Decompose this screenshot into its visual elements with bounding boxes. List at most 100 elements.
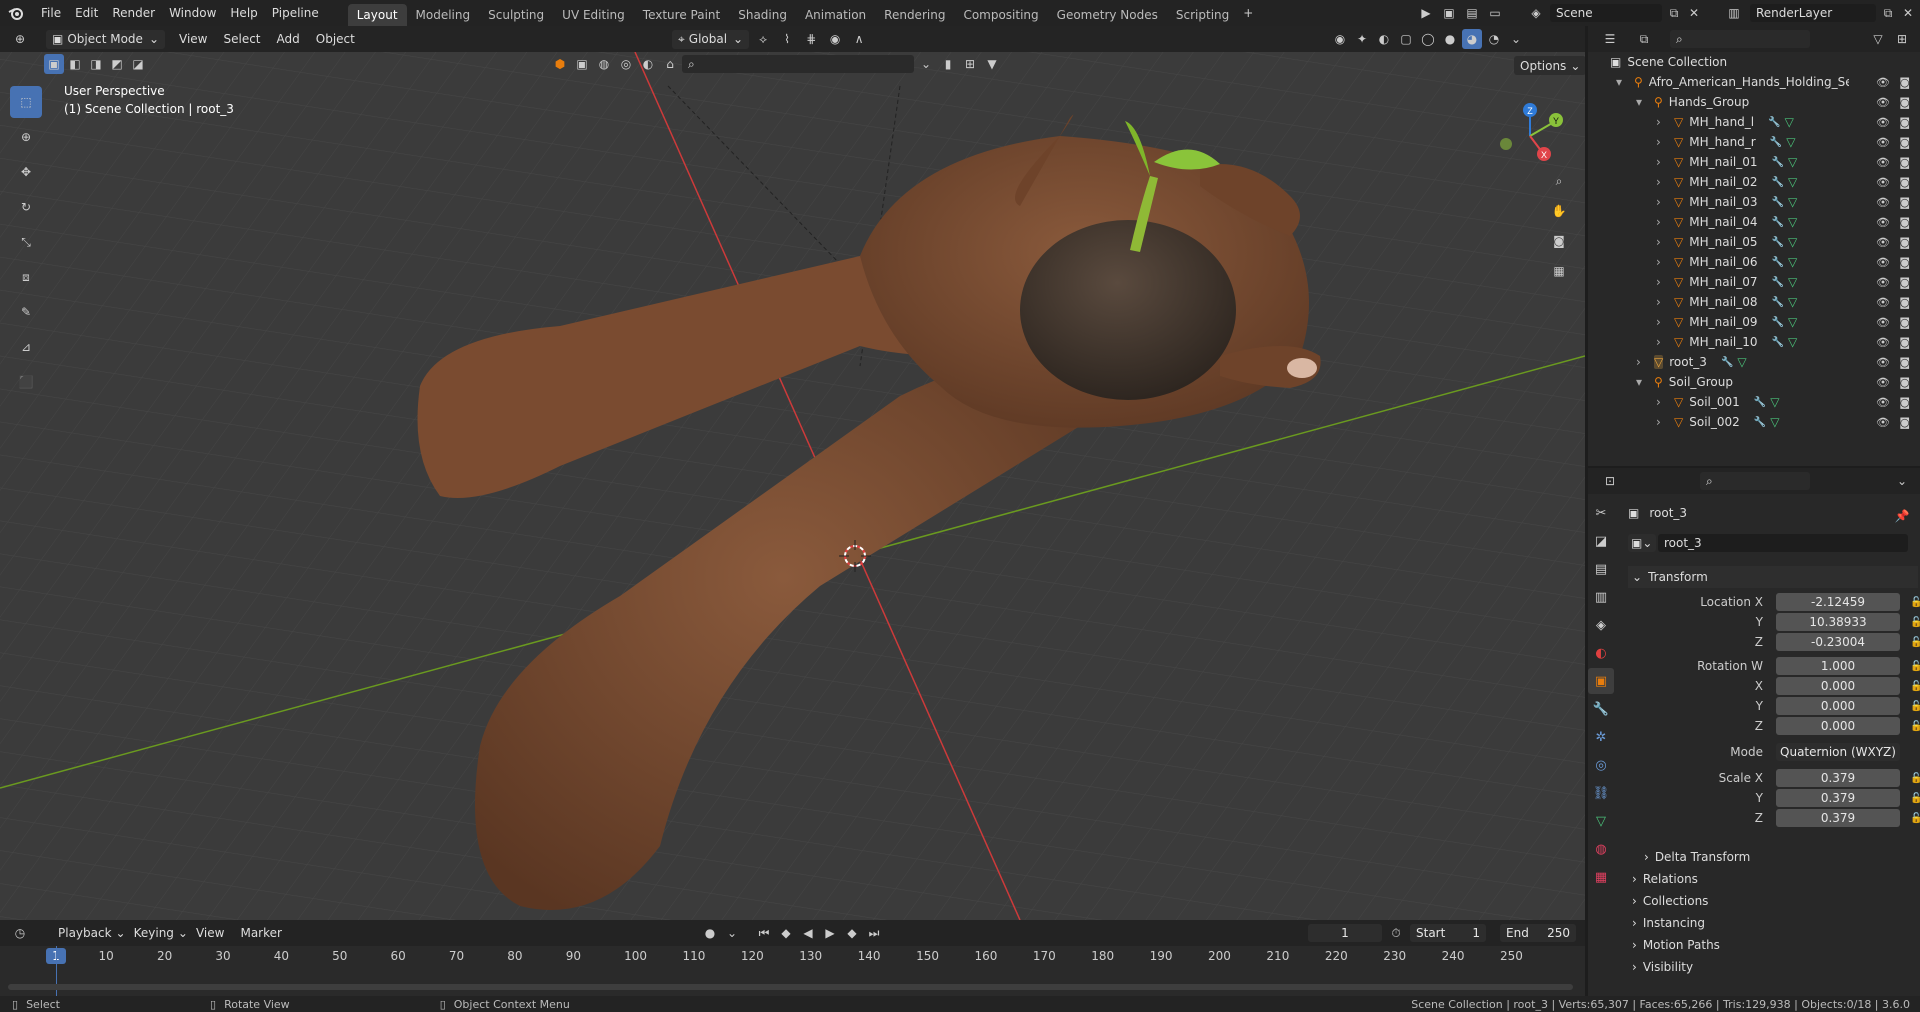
navigation-gizmo[interactable]: Z Y X (1490, 96, 1570, 176)
lock-icon[interactable]: 🔓 (1910, 813, 1920, 824)
texture-icon[interactable]: ◎ (616, 54, 636, 74)
orientation-dropdown[interactable]: ⌖ Global ⌄ (672, 29, 750, 49)
end-frame-field[interactable]: End 250 (1500, 924, 1576, 942)
tab-modeling[interactable]: Modeling (407, 4, 480, 26)
chevron-right-icon[interactable]: › (1656, 195, 1670, 209)
new-scene-icon[interactable]: ⧉ (1664, 3, 1684, 23)
section-motion-paths[interactable]: › Motion Paths (1628, 934, 1918, 956)
lock-icon[interactable]: 🔓 (1910, 793, 1920, 804)
scene-field[interactable]: Scene (1550, 4, 1662, 22)
output-tab-icon[interactable]: ▤ (1588, 556, 1614, 582)
annotate-tool[interactable]: ✎ (10, 296, 42, 328)
select-subtract-icon[interactable]: ◨ (86, 54, 106, 74)
new-layer-icon[interactable]: ⧉ (1878, 3, 1898, 23)
render-camera-icon[interactable]: ◙ (1899, 136, 1910, 149)
solid-shading-icon[interactable]: ● (1440, 29, 1460, 49)
texture-tab-icon[interactable]: ▦ (1588, 864, 1614, 890)
eye-icon[interactable]: 👁 (1876, 316, 1890, 329)
display-mode-icon[interactable]: ⧉ (1634, 29, 1654, 49)
window-icon[interactable]: ▭ (1485, 3, 1505, 23)
view-layer-tab-icon[interactable]: ▥ (1588, 584, 1614, 610)
delete-layer-icon[interactable]: ✕ (1898, 3, 1918, 23)
number-field[interactable]: 0.000 (1776, 677, 1900, 695)
viewport-search-input[interactable]: ⌕ (682, 55, 914, 73)
grid-view-icon[interactable]: ▦ (1549, 261, 1569, 281)
chevron-right-icon[interactable]: › (1656, 135, 1670, 149)
eye-icon[interactable]: 👁 (1876, 216, 1890, 229)
number-field[interactable]: 0.000 (1776, 697, 1900, 715)
eye-icon[interactable]: 👁 (1876, 256, 1890, 269)
select-intersect-icon[interactable]: ◪ (128, 54, 148, 74)
add-workspace-icon[interactable]: + (1238, 3, 1258, 23)
particles-tab-icon[interactable]: ✲ (1588, 724, 1614, 750)
section-visibility[interactable]: › Visibility (1628, 956, 1918, 978)
rotate-tool[interactable]: ↻ (10, 191, 42, 223)
visibility-icon[interactable]: ◉ (1330, 29, 1350, 49)
render-camera-icon[interactable]: ◙ (1899, 316, 1910, 329)
move-tool[interactable]: ✥ (10, 156, 42, 188)
select-icon[interactable]: ▣ (572, 54, 592, 74)
number-field[interactable]: 1.000 (1776, 657, 1900, 675)
pin-icon[interactable]: 📌 (1892, 506, 1912, 526)
eye-icon[interactable]: 👁 (1876, 416, 1890, 429)
menu-edit[interactable]: Edit (68, 0, 105, 26)
timeline-editor-icon[interactable]: ◷ (10, 923, 30, 943)
viewport-menu-select[interactable]: Select (215, 32, 268, 46)
tab-texture-paint[interactable]: Texture Paint (634, 4, 729, 26)
eye-icon[interactable]: 👁 (1876, 276, 1890, 289)
outliner-row[interactable]: › ▽ MH_nail_01 🔧 ▽ 👁 ◙ (1588, 152, 1920, 172)
viewport-scene[interactable] (0, 26, 1585, 920)
snap-target-icon[interactable]: ⋕ (801, 29, 821, 49)
delta-transform-header[interactable]: › Delta Transform (1644, 846, 1920, 868)
current-frame-field[interactable]: 1 (1308, 924, 1382, 942)
outliner-row[interactable]: › ▽ MH_nail_10 🔧 ▽ 👁 ◙ (1588, 332, 1920, 352)
tab-animation[interactable]: Animation (796, 4, 875, 26)
outliner-row[interactable]: › ▽ MH_nail_02 🔧 ▽ 👁 ◙ (1588, 172, 1920, 192)
outliner-row[interactable]: › ▽ MH_nail_08 🔧 ▽ 👁 ◙ (1588, 292, 1920, 312)
outliner-row[interactable]: ▾ ⚲ Afro_American_Hands_Holding_Seedling 👁 ◙ (1588, 72, 1920, 92)
eye-icon[interactable]: 👁 (1876, 376, 1890, 389)
section-instancing[interactable]: › Instancing (1628, 912, 1918, 934)
eye-icon[interactable]: 👁 (1876, 76, 1890, 89)
section-collections[interactable]: › Collections (1628, 890, 1918, 912)
eye-icon[interactable]: 👁 (1876, 156, 1890, 169)
editor-type-icon[interactable]: ⊕ (10, 29, 30, 49)
pivot-icon[interactable]: ⟡ (753, 29, 773, 49)
chevron-down-icon[interactable]: ⌄ (722, 923, 742, 943)
render-tab-icon[interactable]: ◪ (1588, 528, 1614, 554)
shading-options-icon[interactable]: ⌄ (1506, 29, 1526, 49)
render-camera-icon[interactable]: ◙ (1899, 256, 1910, 269)
chevron-right-icon[interactable]: › (1636, 355, 1650, 369)
chevron-down-icon[interactable]: ▾ (1616, 75, 1630, 89)
chevron-right-icon[interactable]: › (1656, 215, 1670, 229)
3d-viewport[interactable]: ⊕ ▣ Object Mode ⌄ View Select Add Object ⌖ … (0, 26, 1585, 920)
proportional-icon[interactable]: ◉ (825, 29, 845, 49)
render-camera-icon[interactable]: ◙ (1899, 416, 1910, 429)
prev-key-icon[interactable]: ◆ (776, 923, 796, 943)
tab-uv-editing[interactable]: UV Editing (553, 4, 634, 26)
bookmark-icon[interactable]: ▮ (938, 54, 958, 74)
outliner-row[interactable]: › ▽ MH_nail_09 🔧 ▽ 👁 ◙ (1588, 312, 1920, 332)
chevron-down-icon[interactable]: ⌄ (916, 54, 936, 74)
transform-tool[interactable]: ⧈ (10, 261, 42, 293)
scene-icon[interactable]: ◈ (1526, 3, 1546, 23)
lock-icon[interactable]: ⌂ (660, 54, 680, 74)
object-type-icon[interactable]: ⬢ (550, 54, 570, 74)
number-field[interactable]: 0.379 (1776, 789, 1900, 807)
outliner-row[interactable]: › ▽ Soil_002 🔧 ▽ 👁 ◙ (1588, 412, 1920, 432)
delete-scene-icon[interactable]: ✕ (1684, 3, 1704, 23)
eye-icon[interactable]: 👁 (1876, 96, 1890, 109)
overlay-icon[interactable]: ◐ (1374, 29, 1394, 49)
tab-scripting[interactable]: Scripting (1167, 4, 1238, 26)
chevron-right-icon[interactable]: › (1656, 255, 1670, 269)
lock-icon[interactable]: 🔓 (1910, 637, 1920, 648)
new-collection-icon[interactable]: ⊞ (1892, 29, 1912, 49)
play-reverse-icon[interactable]: ◀ (798, 923, 818, 943)
lock-icon[interactable]: 🔓 (1910, 681, 1920, 692)
neg-y-axis-handle[interactable] (1500, 138, 1512, 150)
render-camera-icon[interactable]: ◙ (1899, 216, 1910, 229)
falloff-icon[interactable]: ∧ (849, 29, 869, 49)
constraints-tab-icon[interactable]: ⛓ (1588, 780, 1614, 806)
render-camera-icon[interactable]: ◙ (1899, 296, 1910, 309)
properties-editor-icon[interactable]: ⊡ (1600, 471, 1620, 491)
